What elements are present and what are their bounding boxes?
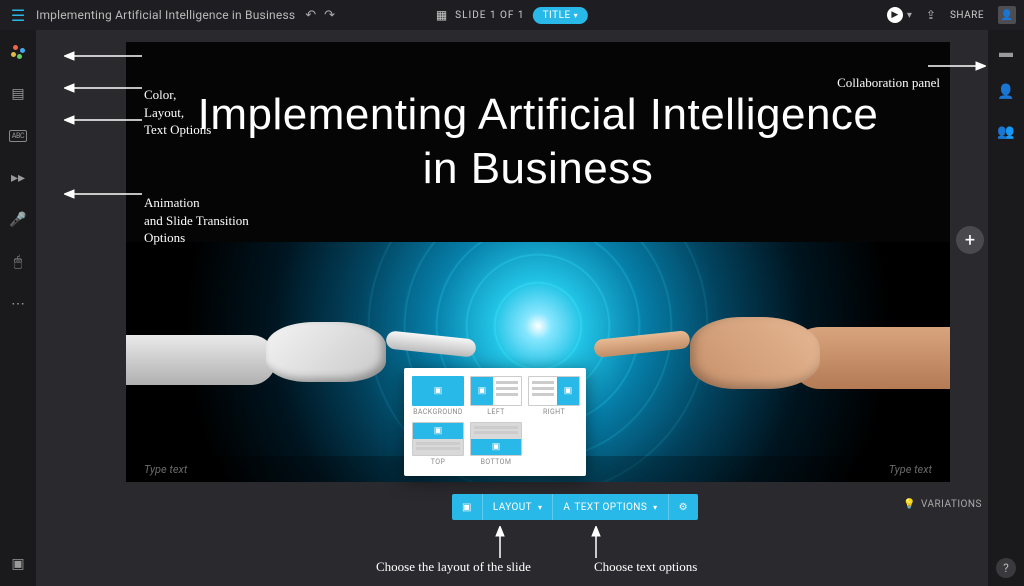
chevron-down-icon: ▾ [538,503,542,512]
help-icon: ? [1003,561,1009,575]
footer-left-placeholder[interactable]: Type text [144,463,187,476]
palette-icon [11,45,25,59]
lightbulb-icon: 💡 [903,499,916,510]
animation-icon: ▸▸ [11,170,25,186]
camera-icon: ▣ [434,426,443,436]
invite-tool[interactable]: 👥 [994,122,1018,142]
layout-tool[interactable]: ▤ [6,84,30,104]
layout-option-label: TOP [431,458,446,466]
user-icon: 👤 [997,84,1014,100]
layout-option-top[interactable]: ▣ TOP [412,422,464,462]
topbar-right: ▶ ▾ ⇪ SHARE 👤 [887,6,1016,24]
mouse-icon: 🖱 [14,254,22,270]
text-options-label: TEXT OPTIONS [574,502,647,513]
layout-option-right[interactable]: ▣ RIGHT [528,376,580,416]
plus-icon: + [965,230,975,251]
camera-icon: ▣ [478,386,487,396]
right-toolbar: ▬ 👤 👥 [988,30,1024,586]
annotation-choose-layout: Choose the layout of the slide [376,558,566,576]
arrow-icon [588,526,604,560]
notes-tool[interactable]: ▣ [6,554,30,574]
color-tool[interactable] [6,42,30,62]
clicker-tool[interactable]: 🖱 [6,252,30,272]
layout-option-label: BOTTOM [481,458,512,466]
layout-option-label: RIGHT [543,408,565,416]
present-menu-caret-icon[interactable]: ▾ [907,10,912,21]
record-tool[interactable]: 🎤 [6,210,30,230]
more-tool[interactable]: ⋯ [6,294,30,314]
abc-icon: ABC [9,130,28,142]
topbar: ☰ Implementing Artificial Intelligence i… [0,0,1024,30]
user-avatar-icon[interactable]: 👤 [998,6,1016,24]
slide-type-pill[interactable]: TITLE▾ [533,7,589,24]
share-icon[interactable]: ⇪ [926,8,936,22]
variations-button[interactable]: 💡 VARIATIONS [903,499,982,510]
image-button[interactable]: ▣ [452,494,483,520]
layout-option-label: LEFT [487,408,504,416]
left-toolbar: ▤ ABC ▸▸ 🎤 🖱 ⋯ ▣ [0,30,36,586]
text-icon: A [563,502,570,513]
text-options-dropdown[interactable]: A TEXT OPTIONS ▾ [553,494,668,520]
document-title[interactable]: Implementing Artificial Intelligence in … [36,8,295,22]
collaborators-tool[interactable]: 👤 [994,82,1018,102]
layout-option-label: BACKGROUND [413,408,463,416]
comment-icon: ▬ [999,44,1013,61]
layout-option-left[interactable]: ▣ LEFT [470,376,522,416]
redo-icon[interactable]: ↷ [324,8,335,23]
chevron-down-icon: ▾ [574,11,579,20]
stage-wrap: Implementing Artificial Intelligence in … [36,30,988,586]
layout-label: LAYOUT [493,502,532,513]
topbar-center: ▦ SLIDE 1 OF 1 TITLE▾ [436,7,588,24]
slide-bottom-toolbar: ▣ LAYOUT ▾ A TEXT OPTIONS ▾ ⚙ [452,494,698,520]
undo-redo-group: ↶ ↷ [305,8,335,23]
help-button[interactable]: ? [996,558,1016,578]
layout-popover: ▣ BACKGROUND ▣ LEFT ▣ RIGHT ▣ TOP [404,368,586,476]
variations-label: VARIATIONS [921,499,982,510]
robot-hand-graphic [126,287,426,417]
main-area: ▤ ABC ▸▸ 🎤 🖱 ⋯ ▣ Implementing Artificial… [0,30,1024,586]
more-icon: ⋯ [11,296,25,312]
camera-icon: ▣ [462,502,472,513]
footer-right-placeholder[interactable]: Type text [889,463,932,476]
human-hand-graphic [650,287,950,417]
camera-icon: ▣ [434,386,443,396]
gear-icon: ⚙ [679,502,688,513]
camera-icon: ▣ [564,386,573,396]
hamburger-menu-icon[interactable]: ☰ [8,6,28,25]
layout-dropdown[interactable]: LAYOUT ▾ [483,494,554,520]
arrow-icon [492,526,508,560]
present-button[interactable]: ▶ [887,7,903,23]
hero-title-block[interactable]: Implementing Artificial Intelligence in … [126,42,950,242]
share-button[interactable]: SHARE [950,10,984,21]
settings-button[interactable]: ⚙ [669,494,698,520]
text-tool[interactable]: ABC [6,126,30,146]
hero-title-text: Implementing Artificial Intelligence in … [186,88,890,195]
slide-grid-icon[interactable]: ▦ [436,8,447,22]
microphone-icon: 🎤 [9,212,26,228]
layout-option-background[interactable]: ▣ BACKGROUND [412,376,464,416]
camera-icon: ▣ [492,442,501,452]
add-slide-button[interactable]: + [956,226,984,254]
layout-icon: ▤ [11,86,24,102]
add-user-icon: 👥 [997,124,1014,140]
note-icon: ▣ [11,556,24,572]
animation-tool[interactable]: ▸▸ [6,168,30,188]
undo-icon[interactable]: ↶ [305,8,316,23]
slide-counter: SLIDE 1 OF 1 [455,10,524,21]
slide-type-label: TITLE [543,10,571,21]
layout-option-bottom[interactable]: ▣ BOTTOM [470,422,522,462]
chevron-down-icon: ▾ [653,503,657,512]
annotation-choose-text: Choose text options [594,558,744,576]
comments-tool[interactable]: ▬ [994,42,1018,62]
